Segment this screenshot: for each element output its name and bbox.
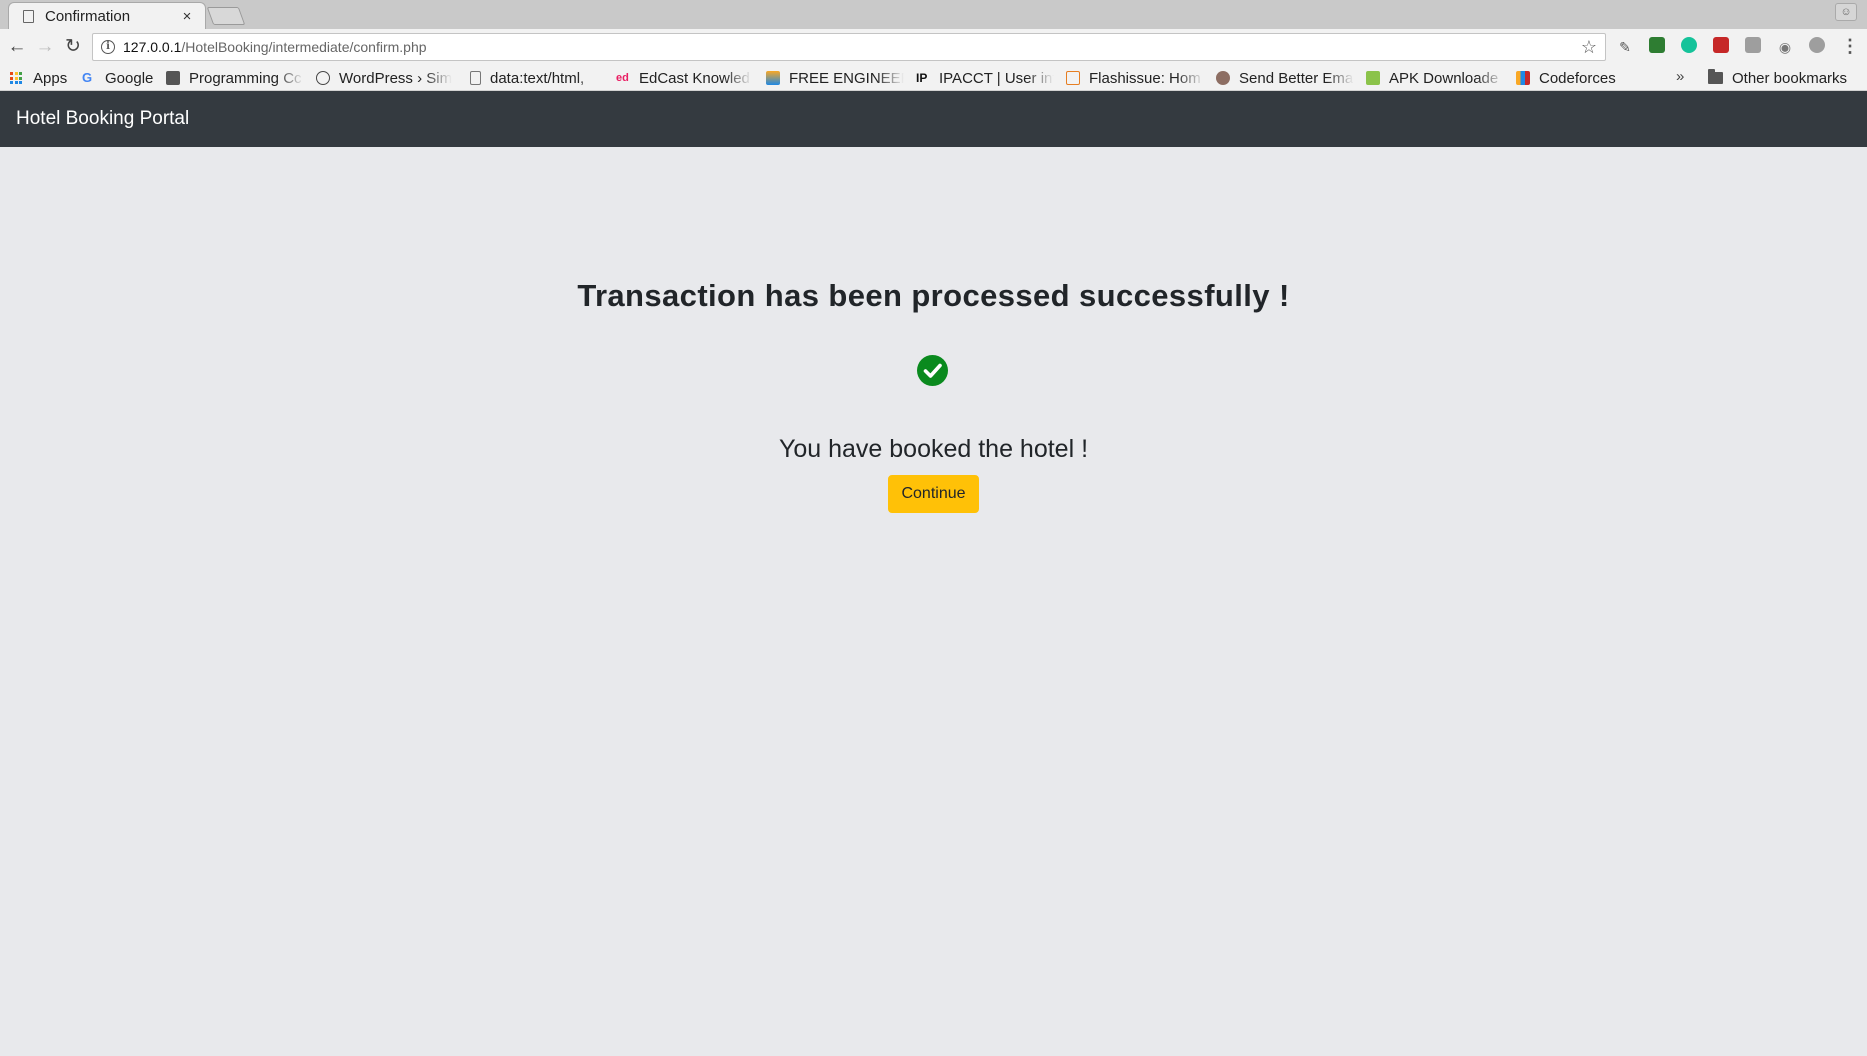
other-bookmarks[interactable]: Other bookmarks [1708,65,1858,91]
close-tab-icon[interactable]: × [179,8,195,25]
page-icon [23,9,34,23]
wordpress-icon [316,71,330,85]
new-tab-button[interactable] [206,7,246,25]
camera-icon[interactable]: ◉ [1775,37,1795,57]
apk-icon [1366,71,1380,85]
folder-icon [1708,69,1723,84]
bookmark-star-icon[interactable]: ☆ [1581,37,1597,58]
reload-icon[interactable]: ↻ [62,36,84,58]
engineering-icon [766,71,780,85]
page-icon [470,71,481,85]
bookmark-send-better-email[interactable]: Send Better Ema [1216,65,1354,91]
bookmarks-bar: Apps G Google Programming Cc WordPress ›… [0,65,1867,91]
page-title: Transaction has been processed successfu… [577,278,1290,313]
tab-strip: Confirmation × ☺ [0,0,1867,29]
bookmark-flashissue[interactable]: Flashissue: Hom [1066,65,1204,91]
email-icon [1216,71,1230,85]
programming-icon [166,71,180,85]
shield-icon[interactable] [1807,37,1827,57]
site-navbar: Hotel Booking Portal [0,91,1867,147]
navbar-brand[interactable]: Hotel Booking Portal [16,91,189,147]
bookmark-google[interactable]: G Google [82,65,158,91]
success-check-icon [917,355,948,386]
bookmark-edcast[interactable]: ed EdCast Knowled [616,65,752,91]
info-icon[interactable]: i [101,40,115,54]
browser-menu-icon[interactable]: ⋮ [1841,36,1859,57]
disabled-extension-icon[interactable] [1743,37,1763,57]
grammarly-icon[interactable] [1679,37,1699,57]
google-icon: G [82,70,93,85]
eyedropper-extension-icon[interactable]: ✎ [1615,37,1635,57]
bookmark-data-text[interactable]: data:text/html, [470,65,604,91]
url-host: 127.0.0.1 [123,39,182,55]
bookmark-wordpress[interactable]: WordPress › Sim [316,65,452,91]
green-extension-icon[interactable] [1647,37,1667,57]
bookmark-codeforces[interactable]: Codeforces [1516,65,1626,91]
red-extension-icon[interactable] [1711,37,1731,57]
profile-icon[interactable]: ☺ [1835,3,1857,21]
browser-toolbar: ← → ↻ i 127.0.0.1/HotelBooking/intermedi… [0,29,1867,65]
bookmark-apk-downloader[interactable]: APK Downloade [1366,65,1504,91]
back-arrow-icon[interactable]: ← [6,36,28,58]
browser-tab[interactable]: Confirmation × [8,2,206,29]
address-bar[interactable]: i 127.0.0.1/HotelBooking/intermediate/co… [92,33,1606,61]
forward-arrow-icon[interactable]: → [34,36,56,58]
bookmark-apps[interactable]: Apps [10,65,72,91]
bookmark-free-engineering[interactable]: FREE ENGINEER [766,65,904,91]
codeforces-icon [1516,71,1530,85]
more-bookmarks-chevron-icon[interactable]: » [1676,68,1684,85]
bookmark-ipacct[interactable]: IP IPACCT | User inf [916,65,1054,91]
url-path: /HotelBooking/intermediate/confirm.php [181,39,427,55]
flashissue-icon [1066,71,1080,85]
main-content: Transaction has been processed successfu… [0,147,1867,1056]
booking-confirmation-message: You have booked the hotel ! [778,435,1089,463]
edcast-icon: ed [616,72,629,84]
continue-button[interactable]: Continue [888,475,979,513]
ipacct-icon: IP [916,71,928,85]
tab-title: Confirmation [45,7,131,25]
bookmark-programming[interactable]: Programming Cc [166,65,304,91]
apps-grid-icon [10,72,22,84]
